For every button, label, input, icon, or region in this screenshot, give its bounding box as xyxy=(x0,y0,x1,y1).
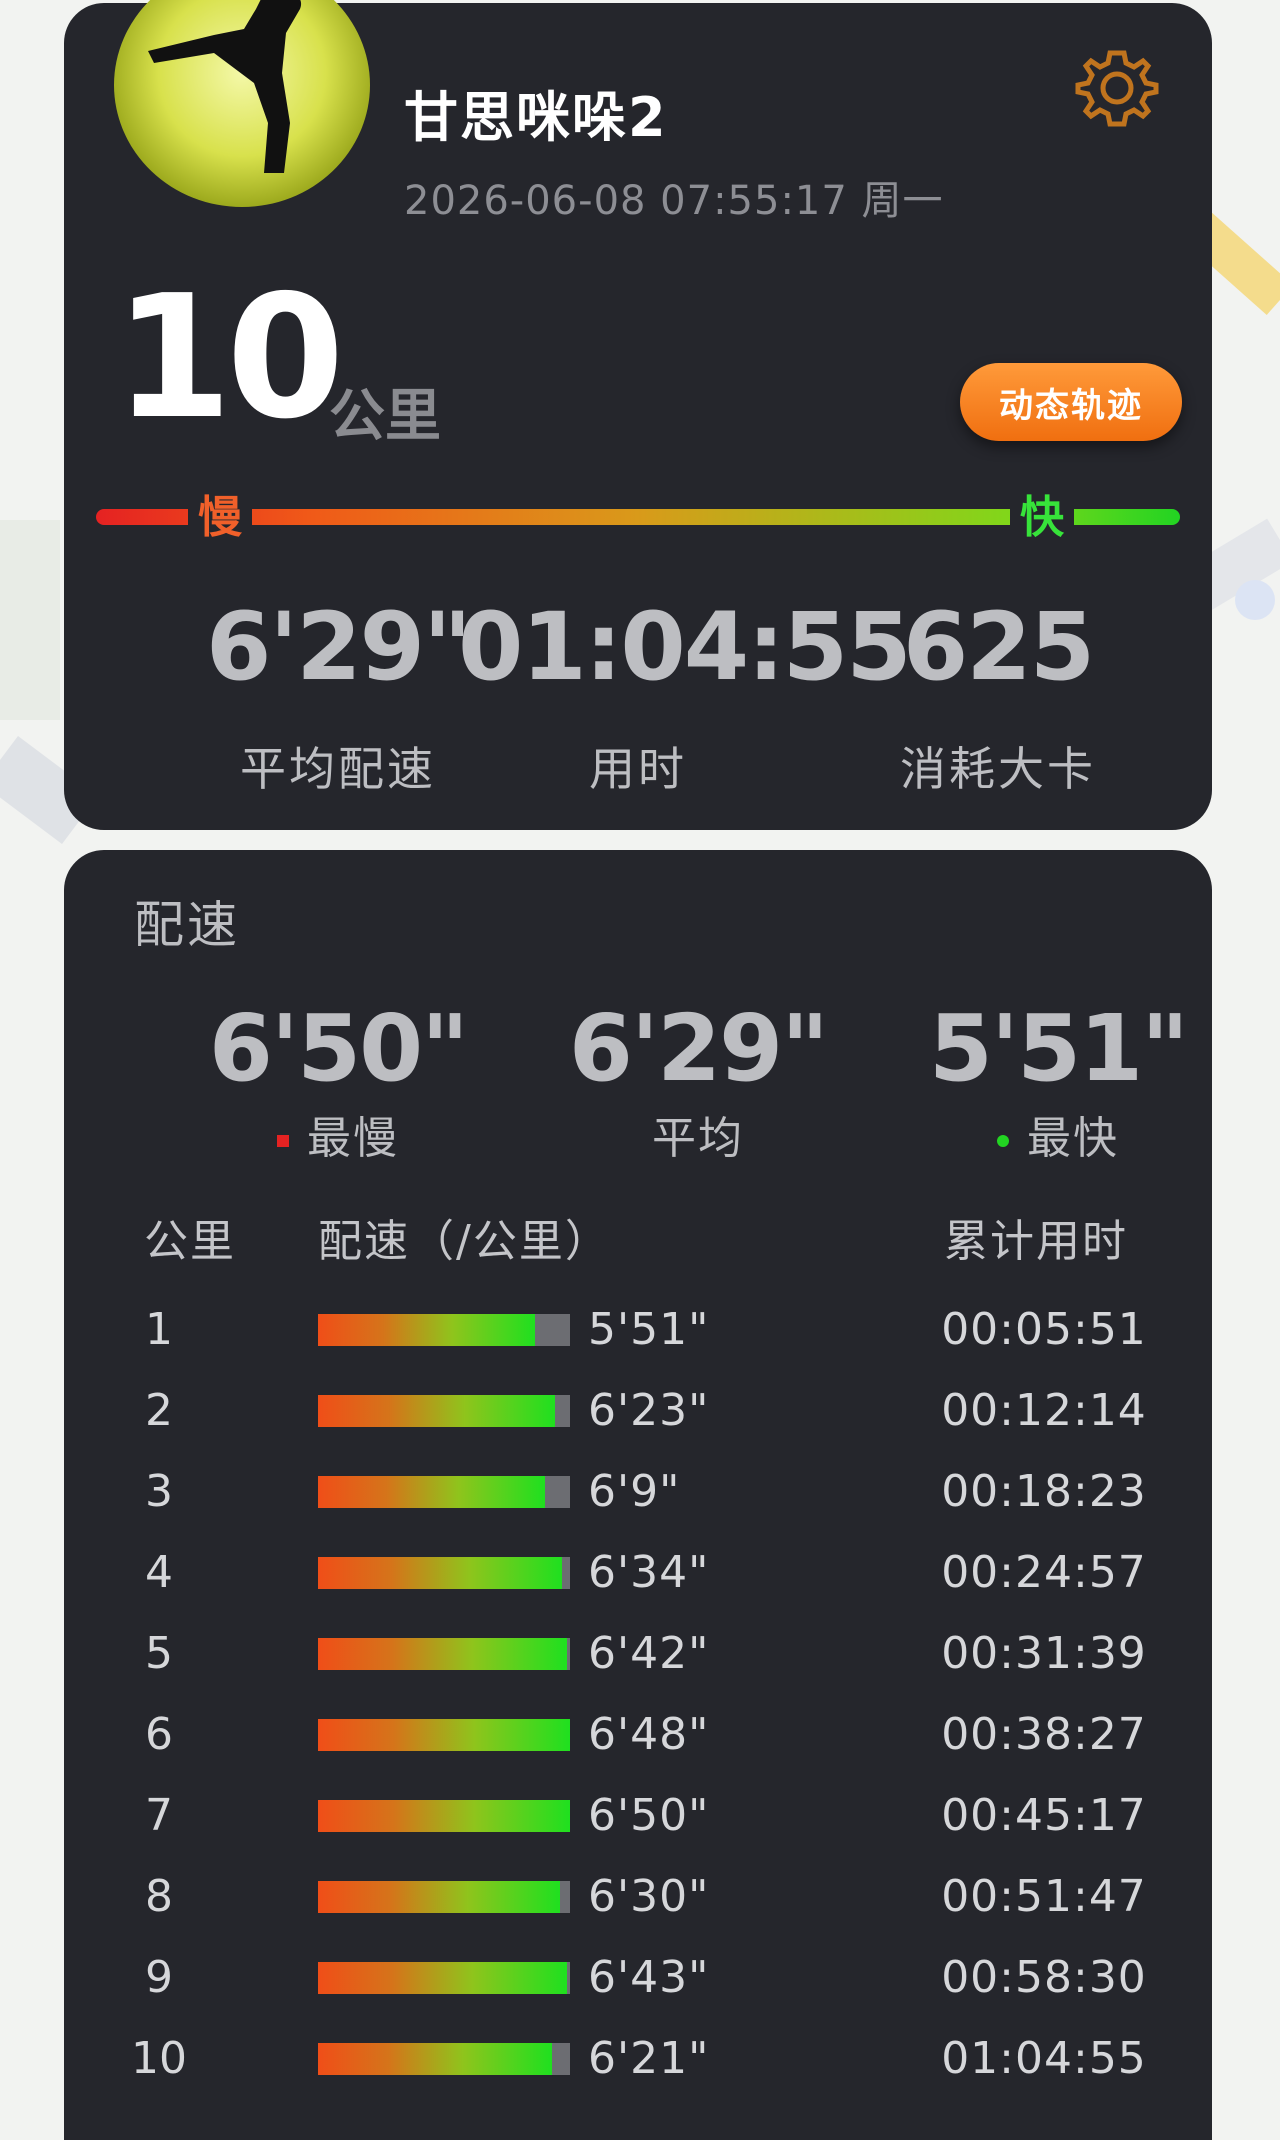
pace-card: 配速 6'50" 6'29" 5'51" 最慢 平均 最快 公里 配速（/公里）… xyxy=(64,850,1212,2140)
split-pace-bar-fill xyxy=(318,1476,545,1508)
split-row: 3 6'9" 00:18:23 xyxy=(64,1452,1212,1533)
split-cumulative-time: 00:12:14 xyxy=(941,1385,1147,1436)
split-cumulative-time: 00:58:30 xyxy=(941,1952,1147,2003)
split-km: 1 xyxy=(145,1304,173,1355)
speed-fast-label: 快 xyxy=(1010,487,1074,549)
split-cumulative-time: 00:24:57 xyxy=(941,1547,1147,1598)
split-pace-bar xyxy=(318,1638,570,1670)
split-km: 5 xyxy=(145,1628,173,1679)
split-km: 3 xyxy=(145,1466,173,1517)
split-km: 6 xyxy=(145,1709,173,1760)
split-pace: 6'9" xyxy=(588,1466,681,1517)
red-dot-icon xyxy=(277,1135,289,1147)
split-row: 10 6'21" 01:04:55 xyxy=(64,2019,1212,2100)
split-row: 6 6'48" 00:38:27 xyxy=(64,1695,1212,1776)
split-cumulative-time: 00:05:51 xyxy=(941,1304,1147,1355)
split-row: 2 6'23" 00:12:14 xyxy=(64,1371,1212,1452)
average-pace-label: 平均 xyxy=(652,1113,744,1164)
column-header-km: 公里 xyxy=(144,1216,236,1267)
slowest-pace-value: 6'50" xyxy=(208,995,469,1102)
split-row: 4 6'34" 00:24:57 xyxy=(64,1533,1212,1614)
slowest-pace-label: 最慢 xyxy=(158,1102,518,1166)
duration-label: 用时 xyxy=(589,742,687,796)
summary-card: 甘思咪哚2 2026-06-08 07:55:17 周一 10 公里 动态轨迹 … xyxy=(64,0,1212,830)
dynamic-track-button[interactable]: 动态轨迹 xyxy=(960,363,1182,441)
column-header-cumulative: 累计用时 xyxy=(944,1216,1128,1267)
split-pace-bar xyxy=(318,1962,570,1994)
split-pace-bar-fill xyxy=(318,1719,570,1751)
split-km: 8 xyxy=(145,1871,173,1922)
split-row: 5 6'42" 00:31:39 xyxy=(64,1614,1212,1695)
avatar[interactable] xyxy=(114,0,370,207)
split-pace-bar-fill xyxy=(318,1557,563,1589)
split-km: 10 xyxy=(131,2033,187,2084)
split-km: 4 xyxy=(145,1547,173,1598)
split-km: 7 xyxy=(145,1790,173,1841)
kung-fu-kick-silhouette xyxy=(148,0,301,173)
slowest-label-text: 最慢 xyxy=(307,1113,399,1164)
average-pace-value: 6'29" xyxy=(568,995,829,1102)
split-pace: 6'30" xyxy=(588,1871,710,1922)
split-pace-bar-fill xyxy=(318,1638,568,1670)
distance-value: 10 xyxy=(114,259,345,457)
split-pace: 5'51" xyxy=(588,1304,710,1355)
column-header-pace: 配速（/公里） xyxy=(318,1216,611,1267)
split-pace-bar xyxy=(318,2043,570,2075)
split-pace-bar xyxy=(318,1719,570,1751)
split-pace-bar xyxy=(318,1557,570,1589)
calories-label: 消耗大卡 xyxy=(900,742,1096,796)
split-pace: 6'21" xyxy=(588,2033,710,2084)
split-pace: 6'50" xyxy=(588,1790,710,1841)
split-cumulative-time: 00:18:23 xyxy=(941,1466,1147,1517)
green-dot-icon xyxy=(997,1135,1009,1147)
distance-unit: 公里 xyxy=(329,384,441,449)
split-pace-bar xyxy=(318,1881,570,1913)
split-pace-bar xyxy=(318,1395,570,1427)
split-pace-bar-fill xyxy=(318,2043,553,2075)
split-cumulative-time: 00:51:47 xyxy=(941,1871,1147,1922)
split-pace: 6'43" xyxy=(588,1952,710,2003)
split-km: 9 xyxy=(145,1952,173,2003)
split-row: 7 6'50" 00:45:17 xyxy=(64,1776,1212,1857)
split-pace: 6'42" xyxy=(588,1628,710,1679)
gear-icon[interactable] xyxy=(1074,45,1160,131)
split-pace-bar-fill xyxy=(318,1962,568,1994)
split-pace-bar-fill xyxy=(318,1395,555,1427)
split-pace-bar-fill xyxy=(318,1881,560,1913)
split-pace-bar xyxy=(318,1314,570,1346)
split-pace-bar-fill xyxy=(318,1800,570,1832)
pace-title: 配速 xyxy=(134,896,240,954)
fastest-pace-value: 5'51" xyxy=(928,995,1189,1102)
split-pace: 6'34" xyxy=(588,1547,710,1598)
split-row: 1 5'51" 00:05:51 xyxy=(64,1290,1212,1371)
activity-datetime: 2026-06-08 07:55:17 周一 xyxy=(404,178,944,224)
calories-value: 625 xyxy=(902,593,1095,702)
split-pace: 6'23" xyxy=(588,1385,710,1436)
split-pace-bar xyxy=(318,1476,570,1508)
split-pace-bar-fill xyxy=(318,1314,535,1346)
split-cumulative-time: 00:31:39 xyxy=(941,1628,1147,1679)
split-km: 2 xyxy=(145,1385,173,1436)
speed-slow-label: 慢 xyxy=(188,487,252,549)
split-row: 8 6'30" 00:51:47 xyxy=(64,1857,1212,1938)
fastest-pace-label: 最快 xyxy=(878,1102,1238,1166)
split-cumulative-time: 00:38:27 xyxy=(941,1709,1147,1760)
user-name: 甘思咪哚2 xyxy=(404,86,668,149)
split-pace: 6'48" xyxy=(588,1709,710,1760)
split-cumulative-time: 01:04:55 xyxy=(941,2033,1147,2084)
duration-value: 01:04:55 xyxy=(458,593,912,702)
split-cumulative-time: 00:45:17 xyxy=(941,1790,1147,1841)
split-row: 9 6'43" 00:58:30 xyxy=(64,1938,1212,2019)
fastest-label-text: 最快 xyxy=(1027,1113,1119,1164)
split-pace-bar xyxy=(318,1800,570,1832)
